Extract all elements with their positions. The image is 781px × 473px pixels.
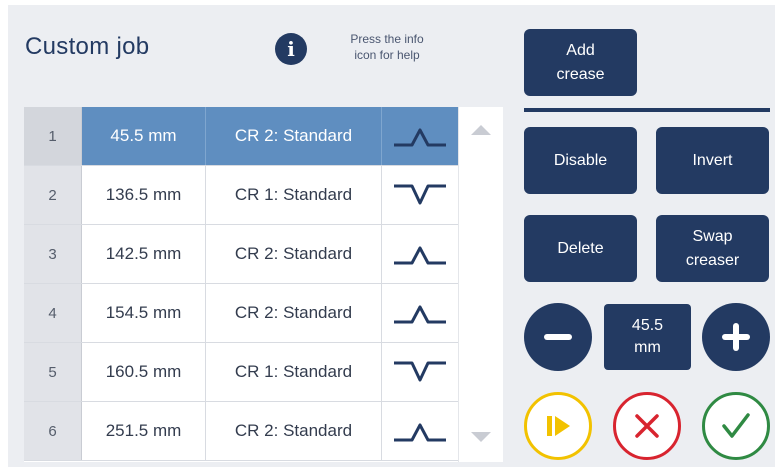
decrease-button[interactable] — [524, 303, 592, 371]
cancel-button[interactable] — [613, 392, 681, 460]
crease-position: 251.5 mm — [82, 402, 206, 460]
swap-creaser-button[interactable]: Swap creaser — [656, 215, 769, 282]
scrollbar[interactable] — [458, 107, 503, 462]
page-title: Custom job — [25, 33, 150, 60]
info-text-line2: icon for help — [354, 48, 420, 62]
crease-creaser: CR 2: Standard — [206, 225, 382, 283]
crease-shape-cell — [382, 402, 458, 460]
crease-row[interactable]: 4 154.5 mm CR 2: Standard — [24, 284, 458, 343]
crease-down-icon — [394, 361, 446, 382]
crease-number: 2 — [24, 166, 82, 224]
crease-number: 6 — [24, 402, 82, 460]
position-unit: mm — [634, 339, 661, 356]
info-help-text: Press the info icon for help — [327, 31, 447, 63]
swap-creaser-label-line1: Swap — [692, 227, 733, 245]
crease-creaser: CR 1: Standard — [206, 343, 382, 401]
crease-shape-cell — [382, 166, 458, 224]
plus-icon — [722, 323, 750, 351]
scroll-up-icon[interactable] — [471, 125, 491, 135]
disable-button[interactable]: Disable — [524, 127, 637, 194]
crease-position: 45.5 mm — [82, 107, 206, 165]
play-button[interactable] — [524, 392, 592, 460]
position-value: 45.5 — [631, 317, 664, 334]
crease-shape-cell — [382, 343, 458, 401]
invert-button[interactable]: Invert — [656, 127, 769, 194]
crease-number: 5 — [24, 343, 82, 401]
add-crease-label-line1: Add — [566, 41, 595, 59]
confirm-button[interactable] — [702, 392, 770, 460]
add-crease-label-line2: crease — [556, 65, 605, 83]
close-icon — [635, 414, 659, 438]
play-icon — [547, 416, 570, 436]
crease-down-icon — [394, 184, 446, 205]
crease-row[interactable]: 3 142.5 mm CR 2: Standard — [24, 225, 458, 284]
crease-position: 136.5 mm — [82, 166, 206, 224]
crease-up-icon — [394, 128, 446, 147]
crease-row[interactable]: 6 251.5 mm CR 2: Standard — [24, 402, 458, 461]
check-icon — [722, 413, 750, 438]
crease-up-icon — [394, 305, 446, 324]
increase-button[interactable] — [702, 303, 770, 371]
crease-creaser: CR 2: Standard — [206, 107, 382, 165]
add-crease-button[interactable]: Add crease — [524, 29, 637, 96]
divider — [524, 108, 770, 112]
crease-creaser: CR 2: Standard — [206, 402, 382, 460]
crease-number: 3 — [24, 225, 82, 283]
crease-shape-cell — [382, 284, 458, 342]
crease-number: 1 — [24, 107, 82, 165]
crease-up-icon — [394, 423, 446, 442]
crease-up-icon — [394, 246, 446, 265]
info-icon[interactable]: i — [275, 33, 307, 65]
scroll-down-icon[interactable] — [471, 432, 491, 442]
crease-row[interactable]: 5 160.5 mm CR 1: Standard — [24, 343, 458, 402]
crease-creaser: CR 2: Standard — [206, 284, 382, 342]
minus-icon — [544, 334, 572, 340]
crease-row[interactable]: 1 45.5 mm CR 2: Standard — [24, 107, 458, 166]
crease-position: 154.5 mm — [82, 284, 206, 342]
info-text-line1: Press the info — [350, 32, 424, 46]
crease-position: 142.5 mm — [82, 225, 206, 283]
crease-creaser: CR 1: Standard — [206, 166, 382, 224]
crease-number: 4 — [24, 284, 82, 342]
delete-button[interactable]: Delete — [524, 215, 637, 282]
swap-creaser-label-line2: creaser — [685, 251, 740, 269]
crease-row[interactable]: 2 136.5 mm CR 1: Standard — [24, 166, 458, 225]
crease-shape-cell — [382, 107, 458, 165]
crease-position: 160.5 mm — [82, 343, 206, 401]
crease-shape-cell — [382, 225, 458, 283]
crease-table: 1 45.5 mm CR 2: Standard 2 136.5 mm CR 1: Sta… — [24, 107, 458, 462]
position-value-display: 45.5 mm — [604, 304, 691, 370]
